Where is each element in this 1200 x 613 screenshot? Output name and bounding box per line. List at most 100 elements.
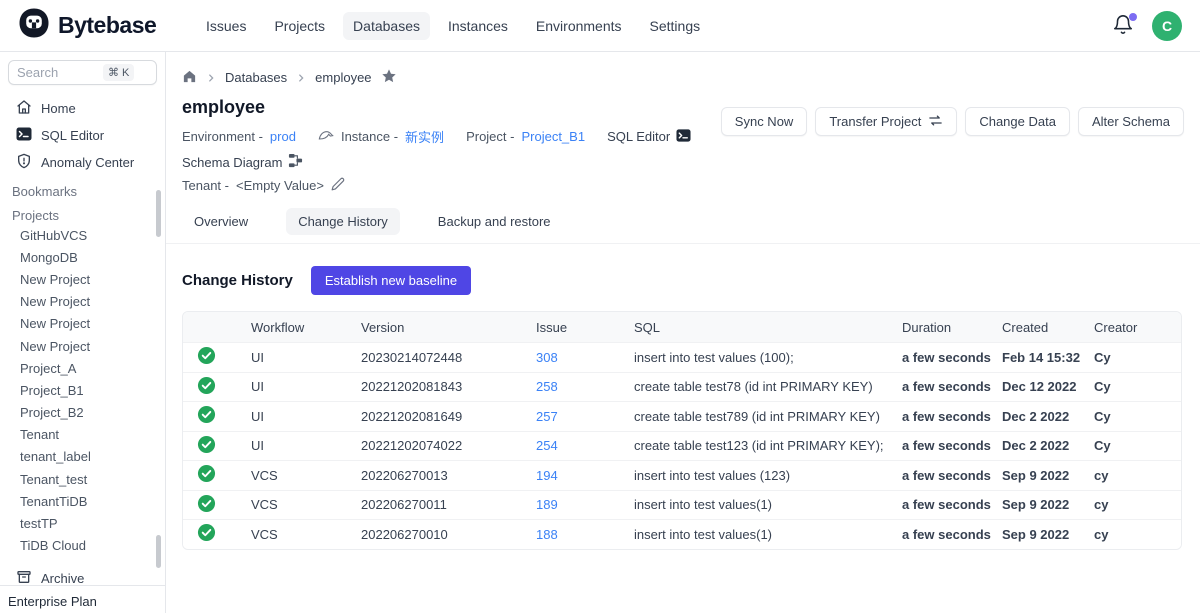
breadcrumb-databases[interactable]: Databases bbox=[225, 70, 287, 85]
breadcrumb-home-icon[interactable] bbox=[182, 69, 197, 87]
success-check-icon bbox=[197, 346, 216, 368]
sidebar-item-anomaly-center[interactable]: Anomaly Center bbox=[0, 149, 165, 176]
project-label: Project - bbox=[466, 129, 514, 144]
sidebar-item-sql-editor[interactable]: SQL Editor bbox=[0, 122, 165, 149]
creator-cell: cy bbox=[1094, 497, 1181, 512]
sidebar-project-item[interactable]: TenantTiDB bbox=[0, 490, 165, 512]
col-issue: Issue bbox=[536, 320, 634, 335]
schema-diagram-label: Schema Diagram bbox=[182, 155, 282, 170]
issue-link[interactable]: 194 bbox=[536, 468, 558, 483]
table-header: Workflow Version Issue SQL Duration Crea… bbox=[183, 312, 1181, 342]
sidebar-project-item[interactable]: Project_B2 bbox=[0, 402, 165, 424]
navbar-right: C bbox=[1112, 11, 1182, 41]
avatar[interactable]: C bbox=[1152, 11, 1182, 41]
environment-link[interactable]: prod bbox=[270, 129, 296, 144]
sidebar-project-item[interactable]: Tenant bbox=[0, 424, 165, 446]
sidebar-project-item[interactable]: TiDB Cloud bbox=[0, 535, 165, 557]
notification-bell-icon[interactable] bbox=[1112, 14, 1136, 38]
workflow-cell: UI bbox=[251, 438, 361, 453]
nav-projects[interactable]: Projects bbox=[264, 12, 335, 40]
schema-diagram-action[interactable]: Schema Diagram bbox=[182, 153, 303, 171]
status-cell bbox=[183, 376, 251, 398]
created-cell: Dec 2 2022 bbox=[1002, 438, 1094, 453]
table-row[interactable]: UI 20230214072448 308 insert into test v… bbox=[183, 342, 1181, 372]
table-row[interactable]: VCS 202206270013 194 insert into test va… bbox=[183, 460, 1181, 490]
issue-link[interactable]: 258 bbox=[536, 379, 558, 394]
sidebar-project-item[interactable]: MongoDB bbox=[0, 246, 165, 268]
table-row[interactable]: UI 20221202081843 258 create table test7… bbox=[183, 372, 1181, 402]
sidebar-project-item[interactable]: tenant_label bbox=[0, 446, 165, 468]
nav-settings[interactable]: Settings bbox=[640, 12, 711, 40]
edit-pencil-icon[interactable] bbox=[331, 177, 345, 194]
workflow-cell: UI bbox=[251, 409, 361, 424]
issue-cell: 188 bbox=[536, 527, 634, 542]
table-row[interactable]: UI 20221202081649 257 create table test7… bbox=[183, 401, 1181, 431]
sidebar-project-item[interactable]: New Project bbox=[0, 268, 165, 290]
sidebar-project-item[interactable]: Project_B1 bbox=[0, 379, 165, 401]
issue-cell: 308 bbox=[536, 350, 634, 365]
sidebar-project-item[interactable]: New Project bbox=[0, 313, 165, 335]
tab-overview[interactable]: Overview bbox=[182, 208, 260, 235]
breadcrumb-employee[interactable]: employee bbox=[315, 70, 371, 85]
shield-icon bbox=[16, 153, 32, 172]
change-data-button[interactable]: Change Data bbox=[965, 107, 1070, 136]
sql-editor-action[interactable]: SQL Editor bbox=[607, 128, 691, 146]
sidebar-scrollbar-thumb[interactable] bbox=[156, 190, 161, 237]
search-box[interactable]: ⌘ K bbox=[8, 60, 157, 85]
tab-change-history[interactable]: Change History bbox=[286, 208, 400, 235]
alter-schema-button[interactable]: Alter Schema bbox=[1078, 107, 1184, 136]
issue-cell: 258 bbox=[536, 379, 634, 394]
transfer-project-button[interactable]: Transfer Project bbox=[815, 107, 957, 136]
tab-backup-and-restore[interactable]: Backup and restore bbox=[426, 208, 563, 235]
sql-cell: insert into test values (100); bbox=[634, 350, 902, 365]
nav-issues[interactable]: Issues bbox=[196, 12, 256, 40]
workflow-cell: VCS bbox=[251, 527, 361, 542]
sidebar-project-item[interactable]: New Project bbox=[0, 291, 165, 313]
issue-link[interactable]: 254 bbox=[536, 438, 558, 453]
issue-link[interactable]: 257 bbox=[536, 409, 558, 424]
table-body: UI 20230214072448 308 insert into test v… bbox=[183, 342, 1181, 549]
status-cell bbox=[183, 494, 251, 516]
sidebar-project-item[interactable]: Project_A bbox=[0, 357, 165, 379]
version-cell: 20230214072448 bbox=[361, 350, 536, 365]
brand[interactable]: Bytebase bbox=[18, 7, 178, 44]
favorite-star-icon[interactable] bbox=[381, 68, 397, 87]
search-input[interactable] bbox=[17, 65, 103, 80]
col-created: Created bbox=[1002, 320, 1094, 335]
issue-link[interactable]: 308 bbox=[536, 350, 558, 365]
version-cell: 20221202074022 bbox=[361, 438, 536, 453]
change-history-table: Workflow Version Issue SQL Duration Crea… bbox=[182, 311, 1182, 550]
page-header: employee Environment - prod Instance - 新… bbox=[166, 87, 1200, 194]
sidebar-footer-plan[interactable]: Enterprise Plan bbox=[0, 585, 165, 613]
tenant-label: Tenant - bbox=[182, 178, 229, 193]
sidebar-project-list: GitHubVCSMongoDBNew ProjectNew ProjectNe… bbox=[0, 224, 165, 557]
creator-cell: cy bbox=[1094, 527, 1181, 542]
col-sql: SQL bbox=[634, 320, 902, 335]
col-workflow: Workflow bbox=[251, 320, 361, 335]
table-row[interactable]: VCS 202206270011 189 insert into test va… bbox=[183, 490, 1181, 520]
nav-environments[interactable]: Environments bbox=[526, 12, 632, 40]
nav-instances[interactable]: Instances bbox=[438, 12, 518, 40]
issue-link[interactable]: 189 bbox=[536, 497, 558, 512]
sidebar-project-item[interactable]: testTP bbox=[0, 512, 165, 534]
sql-editor-label: SQL Editor bbox=[607, 129, 670, 144]
page-actions: Sync Now Transfer Project Change Data Al… bbox=[721, 107, 1184, 194]
creator-cell: cy bbox=[1094, 468, 1181, 483]
establish-baseline-button[interactable]: Establish new baseline bbox=[311, 266, 471, 295]
sidebar-project-item[interactable]: Tenant_test bbox=[0, 468, 165, 490]
table-row[interactable]: UI 20221202074022 254 create table test1… bbox=[183, 431, 1181, 461]
duration-cell: a few seconds bbox=[902, 497, 1002, 512]
sidebar-project-item[interactable]: GitHubVCS bbox=[0, 224, 165, 246]
created-cell: Sep 9 2022 bbox=[1002, 527, 1094, 542]
issue-link[interactable]: 188 bbox=[536, 527, 558, 542]
instance-link[interactable]: 新实例 bbox=[405, 127, 444, 146]
tenant-value: <Empty Value> bbox=[236, 178, 324, 193]
nav-databases[interactable]: Databases bbox=[343, 12, 430, 40]
sidebar-scrollbar-thumb[interactable] bbox=[156, 535, 161, 568]
sync-now-button[interactable]: Sync Now bbox=[721, 107, 808, 136]
duration-cell: a few seconds bbox=[902, 438, 1002, 453]
table-row[interactable]: VCS 202206270010 188 insert into test va… bbox=[183, 519, 1181, 549]
project-link[interactable]: Project_B1 bbox=[521, 129, 585, 144]
sidebar-project-item[interactable]: New Project bbox=[0, 335, 165, 357]
sidebar-item-home[interactable]: Home bbox=[0, 95, 165, 122]
